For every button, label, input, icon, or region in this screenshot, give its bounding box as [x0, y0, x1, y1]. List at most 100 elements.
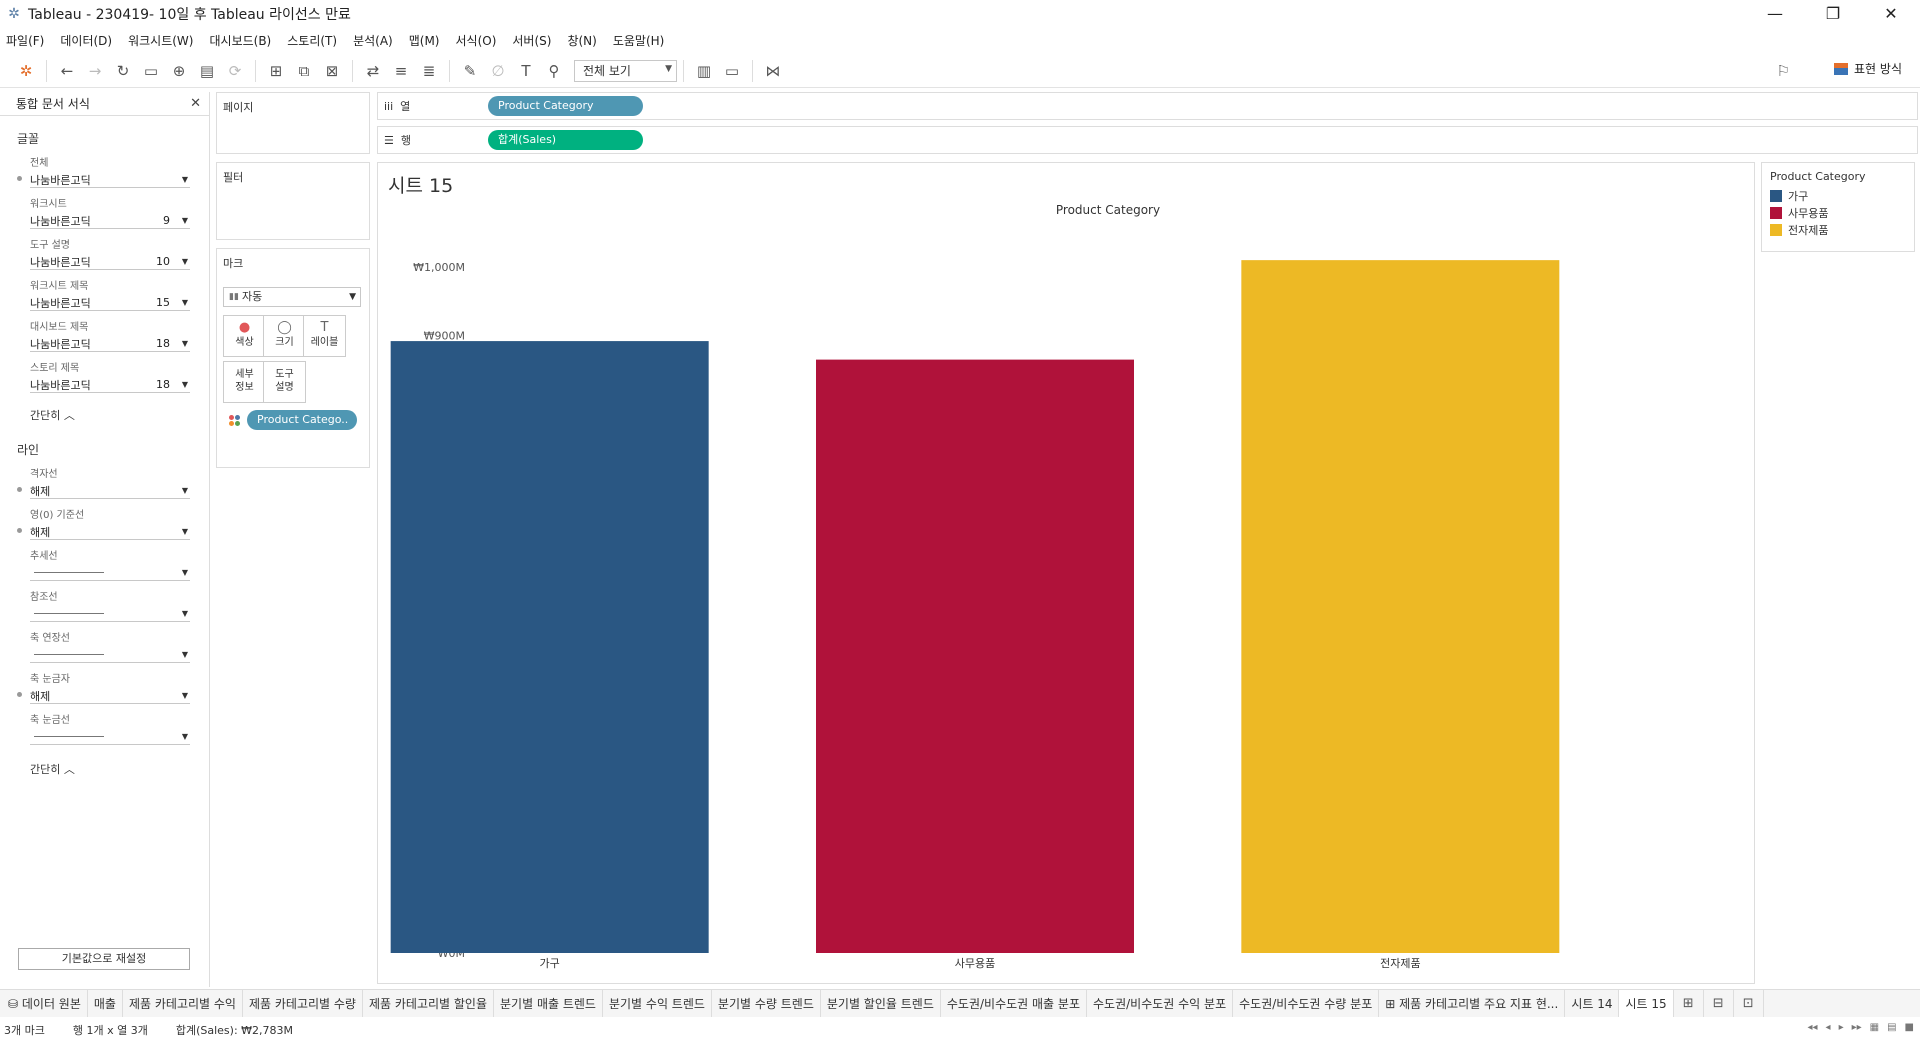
menu-item-2[interactable]: 워크시트(W): [128, 32, 193, 49]
swap-axes-icon[interactable]: ⇄: [359, 58, 387, 84]
group-icon[interactable]: ∅: [484, 58, 512, 84]
rows-pill[interactable]: 합계(Sales): [488, 130, 643, 150]
clear-sheet-icon[interactable]: ⊠: [318, 58, 346, 84]
undo-icon[interactable]: ←: [53, 58, 81, 84]
menu-item-7[interactable]: 서식(O): [456, 32, 497, 49]
font-select[interactable]: 나눔바른고딕 18 ▼: [30, 377, 190, 393]
view-fit-dropdown[interactable]: 전체 보기 ▼: [574, 59, 677, 82]
font-select[interactable]: 나눔바른고딕 ▼: [30, 172, 190, 188]
grid-view-icon[interactable]: ▦: [1870, 1022, 1879, 1033]
menu-item-8[interactable]: 서버(S): [512, 32, 551, 49]
sheet-view-icon[interactable]: ■: [1905, 1022, 1914, 1033]
pin-icon[interactable]: ⚲: [540, 58, 568, 84]
tab-sheet[interactable]: ⊞ 제품 카테고리별 주요 지표 현...: [1379, 990, 1566, 1017]
legend-item[interactable]: 전자제품: [1762, 221, 1914, 238]
sort-ascending-icon[interactable]: ≡: [387, 58, 415, 84]
line-select[interactable]: 해제 ▼: [30, 688, 190, 704]
last-page-icon[interactable]: ▸▸: [1852, 1022, 1862, 1033]
menu-item-9[interactable]: 창(N): [567, 32, 596, 49]
rows-shelf[interactable]: ☰ 행 합계(Sales): [377, 126, 1918, 154]
font-section-title: 글꼴: [17, 132, 40, 146]
menu-item-1[interactable]: 데이터(D): [60, 32, 112, 49]
tab-data-source[interactable]: ⛁ 데이터 원본: [0, 990, 88, 1017]
line-select[interactable]: ▼: [30, 647, 190, 663]
tab-sheet[interactable]: 분기별 매출 트렌드: [494, 990, 603, 1017]
line-select[interactable]: 해제 ▼: [30, 483, 190, 499]
prev-page-icon[interactable]: ◂: [1826, 1022, 1831, 1033]
share-icon[interactable]: ⋈: [759, 58, 787, 84]
menu-item-6[interactable]: 맵(M): [409, 32, 440, 49]
tab-sheet[interactable]: 시트 15: [1619, 990, 1674, 1017]
font-select[interactable]: 나눔바른고딕 15 ▼: [30, 295, 190, 311]
font-select[interactable]: 나눔바른고딕 18 ▼: [30, 336, 190, 352]
tab-sheet[interactable]: 분기별 수량 트렌드: [711, 990, 821, 1017]
next-page-icon[interactable]: ▸: [1839, 1022, 1844, 1033]
new-story-icon[interactable]: ⊡: [1734, 990, 1764, 1017]
line-select[interactable]: 해제 ▼: [30, 524, 190, 540]
restore-button[interactable]: ❐: [1804, 0, 1862, 28]
show-cards-icon[interactable]: ▥: [690, 58, 718, 84]
tab-sheet[interactable]: 제품 카테고리별 수익: [122, 990, 243, 1017]
first-page-icon[interactable]: ◂◂: [1807, 1022, 1817, 1033]
color-button[interactable]: ● 색상: [223, 315, 266, 357]
tooltip-button[interactable]: 도구 설명: [263, 361, 306, 403]
menu-item-10[interactable]: 도움말(H): [613, 32, 665, 49]
color-field-pill[interactable]: Product Catego..: [247, 410, 357, 430]
font-setting-row: 워크시트 제목 나눔바른고딕 15 ▼: [0, 277, 209, 311]
sort-descending-icon[interactable]: ≣: [415, 58, 443, 84]
tab-sheet[interactable]: 수도권/비수도권 수량 분포: [1233, 990, 1380, 1017]
close-window-button[interactable]: ✕: [1862, 0, 1920, 28]
pause-updates-icon[interactable]: ▤: [193, 58, 221, 84]
columns-icon: iii: [384, 100, 401, 113]
new-worksheet-icon[interactable]: ⊞: [262, 58, 290, 84]
line-select[interactable]: ▼: [30, 565, 190, 581]
highlight-icon[interactable]: ✎: [456, 58, 484, 84]
format-paint-icon[interactable]: ⚐: [1777, 62, 1790, 80]
font-size-value: 10: [156, 255, 170, 268]
chevron-down-icon: ▼: [181, 732, 188, 741]
tab-sheet[interactable]: 제품 카테고리별 할인율: [362, 990, 495, 1017]
tab-sheet[interactable]: 분기별 수익 트렌드: [602, 990, 712, 1017]
columns-shelf[interactable]: iii 열 Product Category: [377, 92, 1918, 120]
show-me-button[interactable]: 표현 방식: [1834, 60, 1902, 77]
replay-icon[interactable]: ↻: [109, 58, 137, 84]
refresh-icon[interactable]: ⟳: [221, 58, 249, 84]
menu-item-4[interactable]: 스토리(T): [287, 32, 337, 49]
reset-defaults-button[interactable]: 기본값으로 재설정: [18, 948, 190, 970]
new-worksheet-icon[interactable]: ⊞: [1674, 990, 1704, 1017]
label-icon[interactable]: T: [512, 58, 540, 84]
menu-item-0[interactable]: 파일(F): [6, 32, 44, 49]
tableau-home-icon[interactable]: ✲: [12, 58, 40, 84]
tab-sheet[interactable]: 시트 14: [1565, 990, 1620, 1017]
detail-button[interactable]: 세부 정보: [223, 361, 266, 403]
tab-sheet[interactable]: 수도권/비수도권 매출 분포: [940, 990, 1087, 1017]
menu-item-5[interactable]: 분석(A): [353, 32, 393, 49]
tab-sheet[interactable]: 제품 카테고리별 수량: [242, 990, 363, 1017]
default-dot-icon: [17, 487, 22, 492]
new-dashboard-icon[interactable]: ⊟: [1704, 990, 1734, 1017]
minimize-button[interactable]: —: [1746, 0, 1804, 28]
mark-type-dropdown[interactable]: ▮▮ 자동 ▼: [223, 287, 361, 307]
line-select[interactable]: ▼: [30, 729, 190, 745]
size-button[interactable]: ◯ 크기: [263, 315, 306, 357]
presentation-mode-icon[interactable]: ▭: [718, 58, 746, 84]
legend-item[interactable]: 가구: [1762, 187, 1914, 204]
collapse-fonts-link[interactable]: 간단히 ︿: [0, 407, 209, 423]
duplicate-sheet-icon[interactable]: ⧉: [290, 58, 318, 84]
tab-sheet[interactable]: 수도권/비수도권 수익 분포: [1087, 990, 1234, 1017]
filmstrip-view-icon[interactable]: ▤: [1887, 1022, 1896, 1033]
collapse-lines-link[interactable]: 간단히 ︿: [0, 761, 209, 777]
label-button[interactable]: T 레이블: [303, 315, 346, 357]
menu-item-3[interactable]: 대시보드(B): [209, 32, 271, 49]
save-icon[interactable]: ▭: [137, 58, 165, 84]
redo-icon[interactable]: →: [81, 58, 109, 84]
close-icon[interactable]: ✕: [190, 96, 201, 111]
font-select[interactable]: 나눔바른고딕 10 ▼: [30, 254, 190, 270]
tab-sheet[interactable]: 분기별 할인율 트렌드: [820, 990, 941, 1017]
tab-sheet[interactable]: 매출: [87, 990, 123, 1017]
font-select[interactable]: 나눔바른고딕 9 ▼: [30, 213, 190, 229]
legend-item[interactable]: 사무용품: [1762, 204, 1914, 221]
new-datasource-icon[interactable]: ⊕: [165, 58, 193, 84]
line-select[interactable]: ▼: [30, 606, 190, 622]
columns-pill[interactable]: Product Category: [488, 96, 643, 116]
